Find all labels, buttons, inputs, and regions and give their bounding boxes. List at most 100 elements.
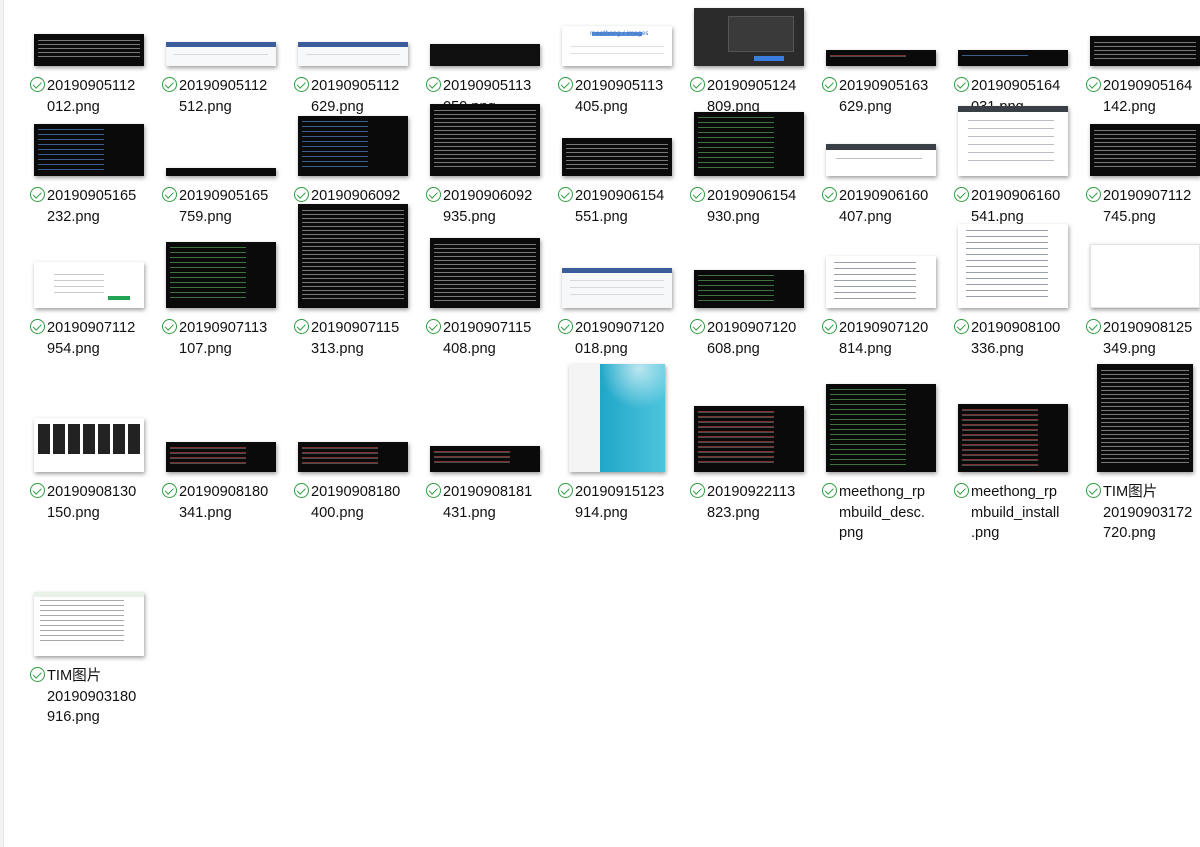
check-circle-icon bbox=[426, 483, 441, 498]
file-thumbnail bbox=[958, 106, 1068, 176]
file-name-line: 20190906092 bbox=[443, 188, 533, 204]
file-name-label: 20190905112 629.png bbox=[294, 76, 422, 117]
file-thumbnail bbox=[298, 204, 408, 308]
file-name-line: 313.png bbox=[311, 340, 364, 357]
file-item[interactable]: 20190908130 150.png bbox=[30, 416, 158, 576]
file-name-line: 20190905112 bbox=[311, 78, 400, 94]
file-thumbnail bbox=[562, 268, 672, 308]
file-item[interactable]: 20190908180 400.png bbox=[294, 416, 422, 576]
file-name-line: meethong_rp bbox=[839, 484, 926, 500]
file-name-label: 20190908125 349.png bbox=[1086, 318, 1200, 359]
check-circle-icon bbox=[1086, 319, 1101, 334]
file-name-line: 823.png bbox=[707, 504, 760, 521]
file-name-line: 814.png bbox=[839, 340, 892, 357]
file-thumbnail: meethong / images bbox=[562, 26, 672, 66]
file-name-label: 20190908130 150.png bbox=[30, 482, 158, 523]
file-item[interactable]: 20190907120 608.png bbox=[690, 252, 818, 412]
file-name-line: 930.png bbox=[707, 208, 760, 225]
file-item[interactable]: 20190907113 107.png bbox=[162, 242, 290, 412]
file-thumbnail bbox=[694, 8, 804, 66]
file-name-line: .png bbox=[971, 525, 1000, 541]
file-name-line: 012.png bbox=[47, 98, 100, 115]
file-thumbnail bbox=[826, 50, 936, 66]
check-circle-icon bbox=[426, 77, 441, 92]
file-name-label: 20190907112 745.png bbox=[1086, 186, 1200, 227]
file-name-label: 20190907115 313.png bbox=[294, 318, 422, 359]
file-item[interactable]: TIM图片 20190903172 720.png bbox=[1086, 364, 1200, 576]
file-name-line: mbuild_install bbox=[971, 504, 1060, 521]
file-item[interactable]: TIM图片 20190903180 916.png bbox=[30, 592, 158, 760]
check-circle-icon bbox=[294, 187, 309, 202]
file-name-line: 20190905163 bbox=[839, 78, 929, 94]
file-name-label: 20190908180 341.png bbox=[162, 482, 290, 523]
check-circle-icon bbox=[426, 319, 441, 334]
left-pane-edge bbox=[0, 0, 4, 847]
file-name-line: 745.png bbox=[1103, 208, 1156, 225]
file-name-line: 107.png bbox=[179, 340, 232, 357]
file-item[interactable]: 20190907115 313.png bbox=[294, 204, 422, 412]
file-name-line: 20190906160 bbox=[971, 188, 1061, 204]
check-circle-icon bbox=[954, 187, 969, 202]
file-name-line: 20190907112 bbox=[47, 320, 136, 336]
file-name-line: 20190907112 bbox=[1103, 188, 1192, 204]
file-name-line: 935.png bbox=[443, 208, 496, 225]
file-name-label: meethong_rp mbuild_desc. png bbox=[822, 482, 950, 544]
file-name-line: 341.png bbox=[179, 504, 232, 521]
file-thumbnail bbox=[166, 168, 276, 176]
file-name-label: 20190908181 431.png bbox=[426, 482, 554, 523]
file-name-label: 20190905164 142.png bbox=[1086, 76, 1200, 117]
file-thumbnail bbox=[34, 592, 144, 656]
file-item[interactable]: meethong_rp mbuild_install .png bbox=[954, 404, 1082, 576]
file-item[interactable]: 20190922113 823.png bbox=[690, 406, 818, 576]
file-name-line: 20190907120 bbox=[575, 320, 665, 336]
file-name-line: 20190922113 bbox=[707, 484, 796, 500]
file-name-label: 20190906154 930.png bbox=[690, 186, 818, 227]
file-thumbnail bbox=[298, 442, 408, 472]
file-name-line: 20190905164 bbox=[1103, 78, 1193, 94]
file-name-line: 232.png bbox=[47, 208, 100, 225]
file-name-line: 20190905113 bbox=[443, 78, 532, 94]
file-name-label: 20190907112 954.png bbox=[30, 318, 158, 359]
file-thumbnail bbox=[958, 50, 1068, 66]
file-name-label: 20190905163 629.png bbox=[822, 76, 950, 117]
check-circle-icon bbox=[954, 77, 969, 92]
file-name-line: 20190905113 bbox=[575, 78, 664, 94]
file-thumbnail bbox=[826, 256, 936, 308]
file-thumbnail bbox=[34, 418, 144, 472]
file-name-label: 20190906160 541.png bbox=[954, 186, 1082, 227]
file-name-line: 20190907113 bbox=[179, 320, 268, 336]
file-name-line: 20190903180 bbox=[47, 688, 137, 705]
check-circle-icon bbox=[690, 483, 705, 498]
file-item[interactable]: meethong_rp mbuild_desc. png bbox=[822, 384, 950, 576]
file-thumbnail bbox=[34, 34, 144, 66]
file-item[interactable]: 20190915123 914.png bbox=[558, 364, 686, 576]
file-item[interactable]: 20190908180 341.png bbox=[162, 416, 290, 576]
file-name-line: 551.png bbox=[575, 208, 628, 225]
file-thumbnail bbox=[826, 144, 936, 176]
file-thumbnail bbox=[958, 404, 1068, 472]
file-name-line: 20190905165 bbox=[179, 188, 269, 204]
file-name-line: 20190908181 bbox=[443, 484, 533, 500]
file-name-line: 20190908100 bbox=[971, 320, 1061, 336]
file-name-line: TIM图片 bbox=[47, 668, 102, 684]
file-thumbnail bbox=[562, 138, 672, 176]
file-thumbnail bbox=[1090, 244, 1200, 308]
file-item[interactable]: 20190908100 336.png bbox=[954, 224, 1082, 412]
file-name-line: 20190907115 bbox=[443, 320, 532, 336]
check-circle-icon bbox=[558, 77, 573, 92]
file-item[interactable]: 20190907115 408.png bbox=[426, 238, 554, 412]
check-circle-icon bbox=[558, 187, 573, 202]
file-name-line: TIM图片 bbox=[1103, 484, 1158, 500]
check-circle-icon bbox=[162, 483, 177, 498]
file-name-line: 20190908130 bbox=[47, 484, 137, 500]
file-name-line: 407.png bbox=[839, 208, 892, 225]
file-name-line: 608.png bbox=[707, 340, 760, 357]
file-name-line: 142.png bbox=[1103, 98, 1156, 115]
check-circle-icon bbox=[558, 319, 573, 334]
file-name-label: TIM图片 20190903172 720.png bbox=[1086, 482, 1200, 544]
check-circle-icon bbox=[30, 77, 45, 92]
file-name-line: 759.png bbox=[179, 208, 232, 225]
file-item[interactable]: 20190908181 431.png bbox=[426, 416, 554, 576]
check-circle-icon bbox=[822, 483, 837, 498]
file-item[interactable]: 20190907112 954.png bbox=[30, 252, 158, 412]
